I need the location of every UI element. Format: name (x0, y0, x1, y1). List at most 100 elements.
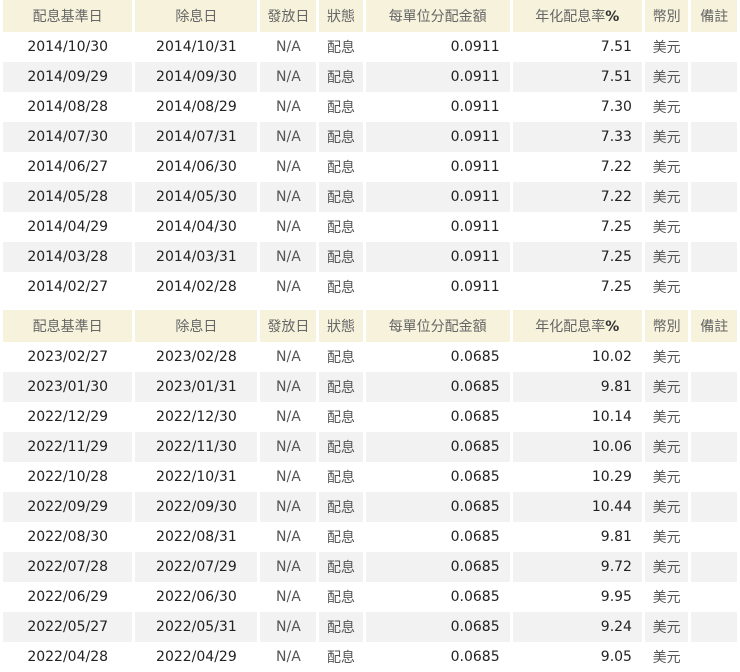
table-row: 2014/08/28 2014/08/29 N/A 配息 0.0911 7.30 美元 (3, 92, 737, 122)
payment-date-cell: N/A (260, 122, 317, 152)
remarks-cell (691, 612, 737, 642)
status-cell: 配息 (319, 242, 363, 272)
amount-cell: 0.0911 (365, 122, 510, 152)
remarks-cell (691, 242, 737, 272)
remarks-cell (691, 552, 737, 582)
remarks-cell (691, 92, 737, 122)
currency-cell: 美元 (644, 372, 689, 402)
header-remarks: 備註 (691, 310, 737, 342)
payment-date-cell: N/A (260, 242, 317, 272)
table-header-row: 配息基準日 除息日 發放日 狀態 每單位分配金額 年化配息率% 幣別 備註 (3, 310, 737, 342)
status-cell: 配息 (319, 552, 363, 582)
table-row: 2014/04/29 2014/04/30 N/A 配息 0.0911 7.25 美元 (3, 212, 737, 242)
currency-cell: 美元 (644, 122, 689, 152)
table-row: 2014/09/29 2014/09/30 N/A 配息 0.0911 7.51 美元 (3, 62, 737, 92)
table-row: 2014/02/27 2014/02/28 N/A 配息 0.0911 7.25 美元 (3, 272, 737, 302)
table-header-row: 配息基準日 除息日 發放日 狀態 每單位分配金額 年化配息率% 幣別 備註 (3, 0, 737, 32)
header-payment-date: 發放日 (260, 0, 317, 32)
ex-dividend-date-cell: 2022/04/29 (156, 649, 237, 665)
status-cell: 配息 (319, 372, 363, 402)
amount-cell: 0.0685 (450, 529, 500, 545)
header-status: 狀態 (319, 310, 363, 342)
record-date-cell: 2022/11/29 (3, 432, 133, 462)
remarks-cell (691, 372, 737, 402)
payment-date-cell: N/A (260, 62, 317, 92)
table-row: 2014/07/30 2014/07/31 N/A 配息 0.0911 7.33 美元 (3, 122, 737, 152)
status-cell: 配息 (327, 530, 356, 546)
status-cell: 配息 (327, 650, 356, 666)
annualized-yield-cell: 9.95 (600, 589, 632, 605)
amount-cell: 0.0685 (450, 409, 500, 425)
payment-date-cell: N/A (276, 219, 301, 235)
currency-cell: 美元 (644, 62, 689, 92)
ex-dividend-date-cell: 2022/09/30 (135, 492, 258, 522)
amount-cell: 0.0685 (450, 649, 500, 665)
status-cell: 配息 (319, 62, 363, 92)
currency-cell: 美元 (652, 410, 681, 426)
header-payment-date: 發放日 (260, 310, 317, 342)
ex-dividend-date-cell: 2014/03/31 (135, 242, 258, 272)
remarks-cell (691, 342, 737, 372)
table-row: 2022/05/27 2022/05/31 N/A 配息 0.0685 9.24 美元 (3, 612, 737, 642)
status-cell: 配息 (327, 280, 356, 296)
record-date-cell: 2014/07/30 (3, 122, 133, 152)
header-status: 狀態 (319, 0, 363, 32)
annualized-yield-cell: 10.14 (591, 409, 632, 425)
status-cell: 配息 (327, 350, 356, 366)
remarks-cell (691, 402, 737, 432)
table-row: 2023/02/27 2023/02/28 N/A 配息 0.0685 10.02 美元 (3, 342, 737, 372)
annualized-yield-cell: 10.06 (512, 432, 642, 462)
amount-cell: 0.0911 (450, 99, 500, 115)
record-date-cell: 2014/04/29 (27, 219, 109, 235)
ex-dividend-date-cell: 2022/12/30 (156, 409, 237, 425)
currency-cell: 美元 (644, 552, 689, 582)
ex-dividend-date-cell: 2014/07/31 (135, 122, 258, 152)
amount-cell: 0.0685 (450, 589, 500, 605)
payment-date-cell: N/A (260, 552, 317, 582)
record-date-cell: 2014/02/27 (27, 279, 109, 295)
record-date-cell: 2022/06/29 (27, 589, 109, 605)
record-date-cell: 2022/10/28 (27, 469, 109, 485)
remarks-cell (691, 522, 737, 552)
header-annualized-yield: 年化配息率% (512, 310, 642, 342)
amount-cell: 0.0911 (365, 242, 510, 272)
payment-date-cell: N/A (276, 529, 301, 545)
table-body: 2014/10/30 2014/10/31 N/A 配息 0.0911 7.51 美元 201… (3, 32, 737, 302)
record-date-cell: 2022/04/28 (27, 649, 109, 665)
currency-cell: 美元 (652, 350, 681, 366)
record-date-cell: 2022/08/30 (27, 529, 109, 545)
header-amount-per-unit: 每單位分配金額 (365, 0, 510, 32)
record-date-cell: 2022/07/28 (3, 552, 133, 582)
payment-date-cell: N/A (260, 492, 317, 522)
status-cell: 配息 (327, 470, 356, 486)
remarks-cell (691, 432, 737, 462)
payment-date-cell: N/A (260, 432, 317, 462)
remarks-cell (691, 272, 737, 302)
annualized-yield-cell: 7.22 (600, 159, 632, 175)
payment-date-cell: N/A (276, 39, 301, 55)
table-row: 2022/12/29 2022/12/30 N/A 配息 0.0685 10.14 美元 (3, 402, 737, 432)
status-cell: 配息 (319, 182, 363, 212)
currency-cell: 美元 (652, 40, 681, 56)
payment-date-cell: N/A (260, 612, 317, 642)
annualized-yield-cell: 9.81 (600, 529, 632, 545)
header-percent-sign: % (605, 319, 620, 335)
ex-dividend-date-cell: 2014/09/30 (135, 62, 258, 92)
ex-dividend-date-cell: 2022/05/31 (135, 612, 258, 642)
record-date-cell: 2014/06/27 (27, 159, 109, 175)
status-cell: 配息 (319, 612, 363, 642)
ex-dividend-date-cell: 2023/02/28 (156, 349, 237, 365)
status-cell: 配息 (327, 160, 356, 176)
currency-cell: 美元 (652, 470, 681, 486)
status-cell: 配息 (319, 432, 363, 462)
table-row: 2014/06/27 2014/06/30 N/A 配息 0.0911 7.22 美元 (3, 152, 737, 182)
payment-date-cell: N/A (276, 469, 301, 485)
table-row: 2014/03/28 2014/03/31 N/A 配息 0.0911 7.25 美元 (3, 242, 737, 272)
ex-dividend-date-cell: 2022/06/30 (156, 589, 237, 605)
currency-cell: 美元 (652, 590, 681, 606)
status-cell: 配息 (319, 492, 363, 522)
ex-dividend-date-cell: 2022/11/30 (135, 432, 258, 462)
annualized-yield-cell: 9.81 (512, 372, 642, 402)
amount-cell: 0.0911 (450, 39, 500, 55)
record-date-cell: 2023/01/30 (3, 372, 133, 402)
